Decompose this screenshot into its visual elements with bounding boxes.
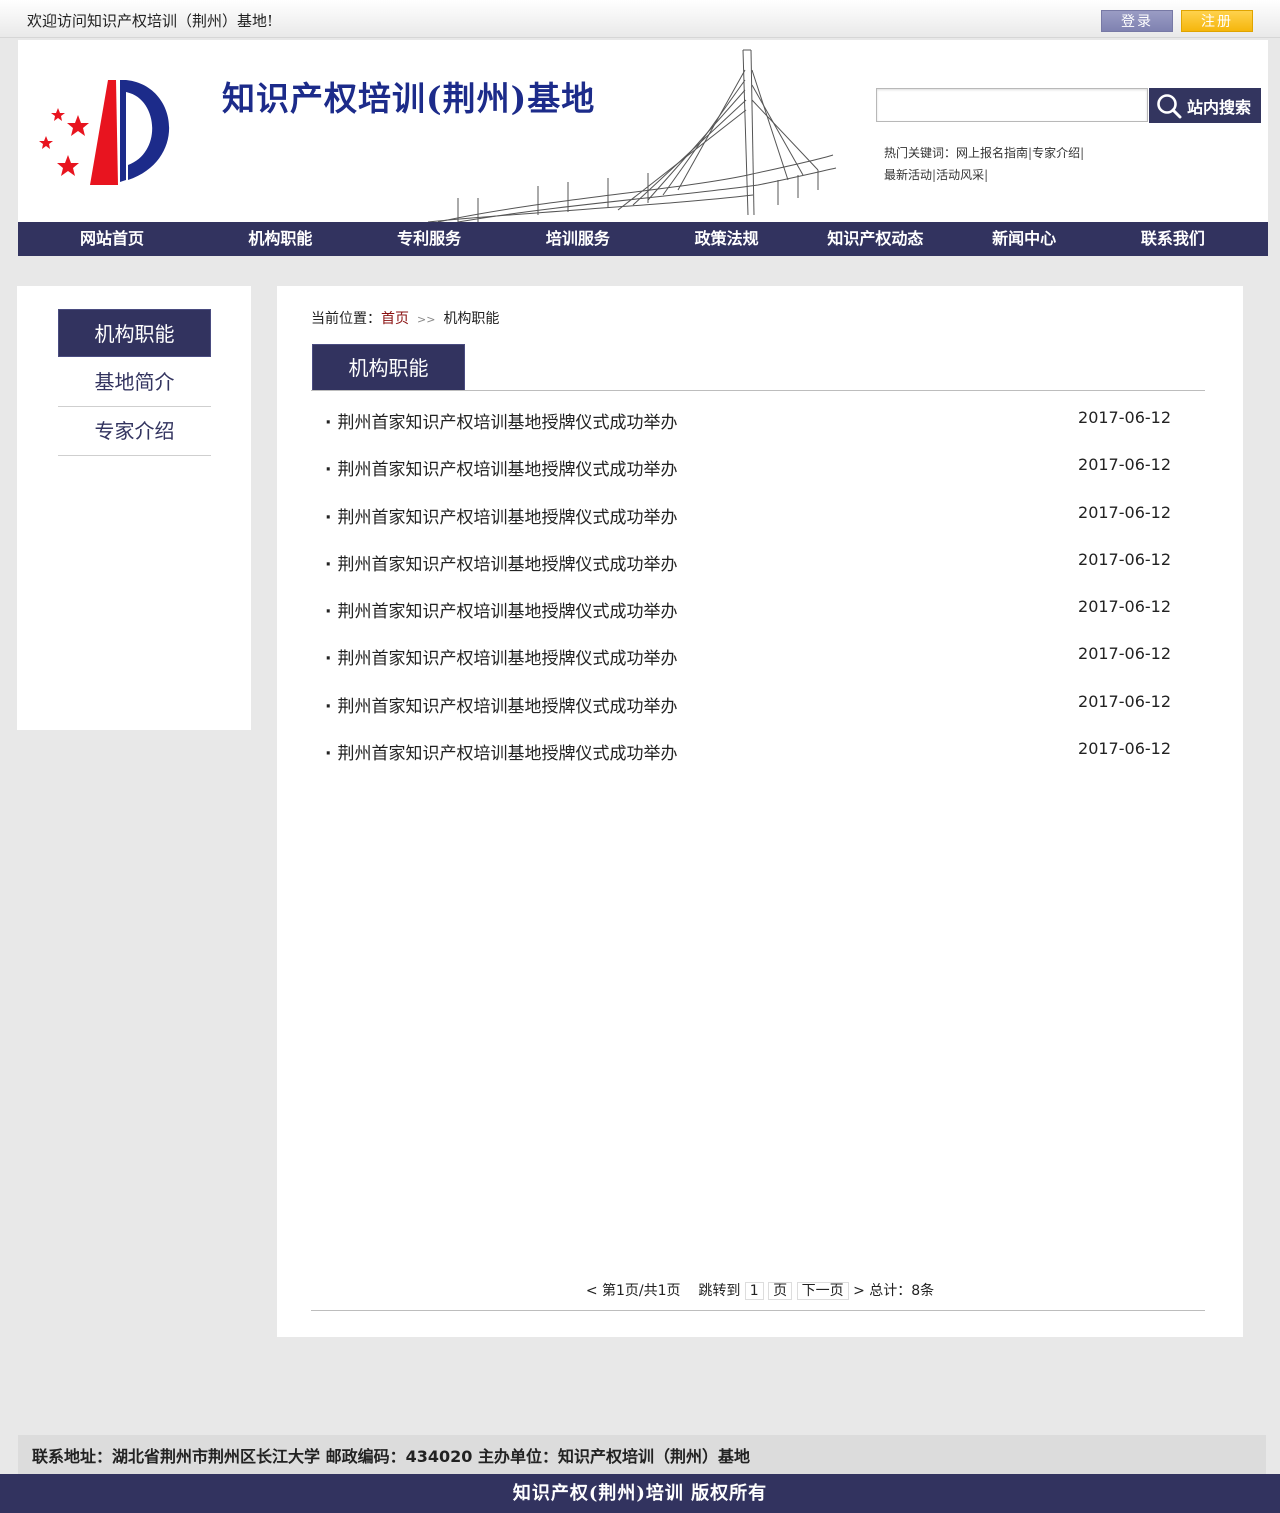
list-item[interactable]: 荆州首家知识产权培训基地授牌仪式成功举办 2017-06-12 — [325, 503, 1171, 550]
footer-info: 联系地址：湖北省荆州市荆州区长江大学 邮政编码：434020 主办单位：知识产权… — [18, 1435, 1266, 1475]
list-item[interactable]: 荆州首家知识产权培训基地授牌仪式成功举办 2017-06-12 — [325, 739, 1171, 786]
news-date: 2017-06-12 — [1078, 644, 1171, 664]
top-bar: 欢迎访问知识产权培训（荆州）基地! 登录 注册 — [0, 0, 1280, 38]
welcome-text: 欢迎访问知识产权培训（荆州）基地! — [27, 12, 274, 30]
news-date: 2017-06-12 — [1078, 597, 1171, 617]
login-button[interactable]: 登录 — [1101, 10, 1173, 32]
nav-item-news-center[interactable]: 新闻中心 — [950, 222, 1099, 256]
prev-page-icon[interactable]: < — [586, 1283, 598, 1299]
news-title[interactable]: 荆州首家知识产权培训基地授牌仪式成功举办 — [325, 692, 677, 717]
nav-item-functions[interactable]: 机构职能 — [206, 222, 355, 256]
nav-item-patent[interactable]: 专利服务 — [355, 222, 504, 256]
search-button-label: 站内搜索 — [1187, 97, 1252, 117]
sidebar-item-experts[interactable]: 专家介绍 — [58, 407, 211, 456]
news-title[interactable]: 荆州首家知识产权培训基地授牌仪式成功举办 — [325, 455, 677, 480]
sidebar-item-intro[interactable]: 基地简介 — [58, 358, 211, 407]
nav-item-policy[interactable]: 政策法规 — [652, 222, 801, 256]
total-count: 总计：8条 — [869, 1283, 935, 1299]
breadcrumb-arrow: >> — [417, 313, 436, 326]
nav-item-ip-news[interactable]: 知识产权动态 — [801, 222, 950, 256]
star-icon — [39, 136, 53, 149]
hot-keyword-link[interactable]: 专家介绍 — [1032, 146, 1080, 160]
list-item[interactable]: 荆州首家知识产权培训基地授牌仪式成功举办 2017-06-12 — [325, 408, 1171, 455]
list-item[interactable]: 荆州首家知识产权培训基地授牌仪式成功举办 2017-06-12 — [325, 550, 1171, 597]
news-title[interactable]: 荆州首家知识产权培训基地授牌仪式成功举办 — [325, 739, 677, 764]
nav-item-training[interactable]: 培训服务 — [504, 222, 653, 256]
news-date: 2017-06-12 — [1078, 739, 1171, 759]
search-input[interactable] — [876, 88, 1148, 122]
next-page-icon[interactable]: > — [853, 1283, 865, 1299]
hot-keyword-link[interactable]: 活动风采 — [936, 168, 984, 182]
news-title[interactable]: 荆州首家知识产权培训基地授牌仪式成功举办 — [325, 550, 677, 575]
nav-item-contact[interactable]: 联系我们 — [1099, 222, 1248, 256]
sidebar: 机构职能 基地简介 专家介绍 — [17, 286, 251, 730]
pagination-divider — [311, 1310, 1205, 1311]
main-content: 当前位置：首页 >> 机构职能 机构职能 荆州首家知识产权培训基地授牌仪式成功举办 2… — [277, 286, 1243, 1337]
footer-copyright: 知识产权(荆州)培训 版权所有 — [0, 1474, 1280, 1513]
star-icon — [57, 155, 79, 176]
news-date: 2017-06-12 — [1078, 691, 1171, 711]
news-list: 荆州首家知识产权培训基地授牌仪式成功举办 2017-06-12 荆州首家知识产权培… — [325, 408, 1171, 786]
news-date: 2017-06-12 — [1078, 502, 1171, 522]
news-date: 2017-06-12 — [1078, 408, 1171, 427]
hot-keywords: 热门关键词：网上报名指南|专家介绍| 最新活动|活动风采| — [884, 146, 1085, 182]
jump-page-input[interactable]: 1 — [744, 1282, 764, 1300]
breadcrumb-home[interactable]: 首页 — [381, 311, 409, 327]
sidebar-item-functions[interactable]: 机构职能 — [58, 309, 211, 357]
hot-keyword-link[interactable]: 最新活动 — [884, 168, 932, 182]
nav-item-home[interactable]: 网站首页 — [18, 222, 206, 256]
news-title[interactable]: 荆州首家知识产权培训基地授牌仪式成功举办 — [325, 503, 677, 528]
register-button[interactable]: 注册 — [1181, 10, 1253, 32]
search-button[interactable]: 站内搜索 — [1149, 88, 1261, 123]
header: 知识产权培训(荆州)基地 站内搜索 热门关键词：网上报名指南|专家介绍| 最新活… — [18, 40, 1268, 222]
site-logo[interactable] — [28, 70, 178, 195]
main-nav: 网站首页 机构职能 专利服务 培训服务 政策法规 知识产权动态 新闻中心 联系我… — [18, 222, 1268, 256]
news-date: 2017-06-12 — [1078, 455, 1171, 475]
list-item[interactable]: 荆州首家知识产权培训基地授牌仪式成功举办 2017-06-12 — [325, 692, 1171, 739]
news-title[interactable]: 荆州首家知识产权培训基地授牌仪式成功举办 — [325, 644, 677, 669]
next-page-button[interactable]: 下一页 — [796, 1282, 849, 1300]
list-item[interactable]: 荆州首家知识产权培训基地授牌仪式成功举办 2017-06-12 — [325, 597, 1171, 644]
star-icon — [51, 108, 65, 121]
tab-functions[interactable]: 机构职能 — [312, 344, 465, 391]
breadcrumb-label: 当前位置： — [311, 311, 381, 327]
search-icon — [1157, 93, 1182, 118]
hot-keyword-link[interactable]: 网上报名指南 — [956, 146, 1028, 160]
hot-keywords-label: 热门关键词： — [884, 146, 957, 160]
bridge-illustration — [427, 49, 837, 222]
list-item[interactable]: 荆州首家知识产权培训基地授牌仪式成功举办 2017-06-12 — [325, 455, 1171, 502]
page-info: 第1页/共1页 — [602, 1283, 681, 1299]
pagination: < 第1页/共1页 跳转到 1 页 下一页 > 总计：8条 — [277, 1280, 1243, 1300]
news-title[interactable]: 荆州首家知识产权培训基地授牌仪式成功举办 — [325, 408, 677, 433]
page-unit: 页 — [768, 1282, 793, 1300]
list-item[interactable]: 荆州首家知识产权培训基地授牌仪式成功举办 2017-06-12 — [325, 644, 1171, 691]
tab-divider — [311, 390, 1205, 391]
news-date: 2017-06-12 — [1078, 549, 1171, 569]
star-icon — [67, 115, 89, 136]
jump-label: 跳转到 — [698, 1283, 741, 1299]
breadcrumb: 当前位置：首页 >> 机构职能 — [311, 308, 499, 328]
breadcrumb-current: 机构职能 — [443, 311, 500, 327]
news-title[interactable]: 荆州首家知识产权培训基地授牌仪式成功举办 — [325, 597, 677, 622]
